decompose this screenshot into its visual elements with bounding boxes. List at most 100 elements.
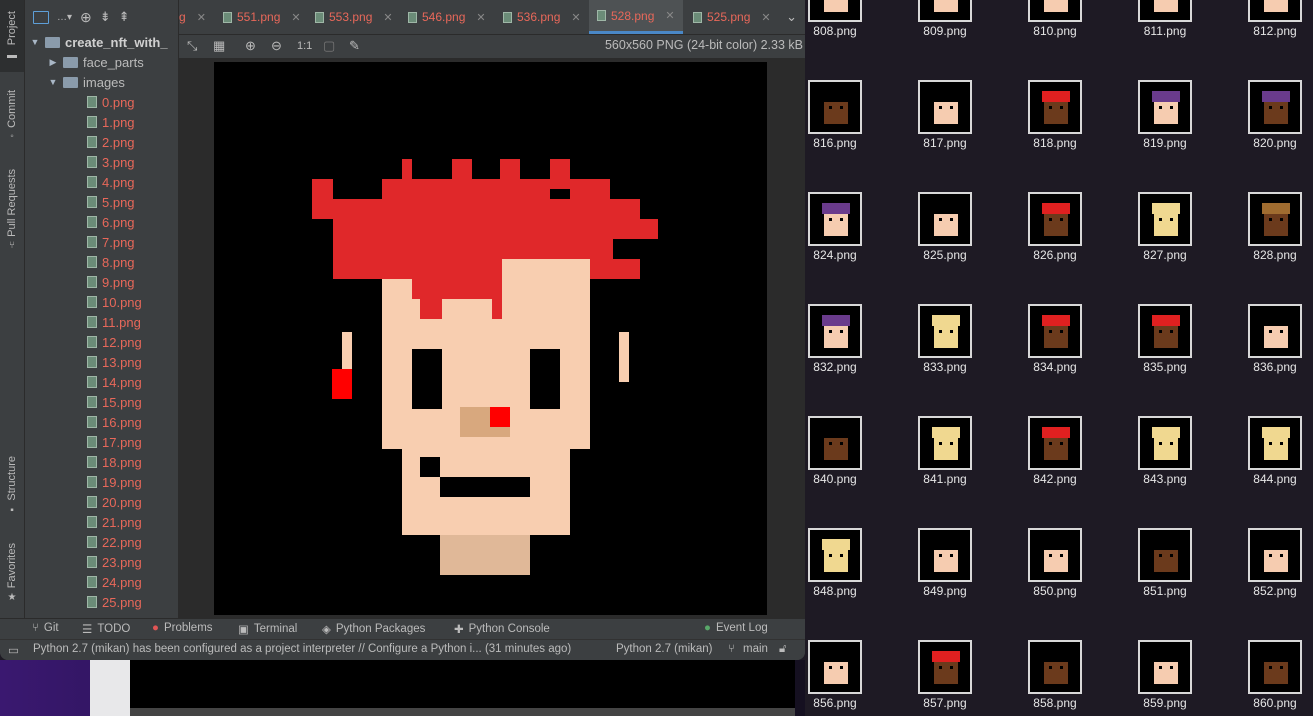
tree-file-item[interactable]: 9.png — [25, 272, 178, 292]
file-name-label[interactable]: 842.png — [1000, 472, 1110, 486]
file-thumbnail[interactable] — [1028, 80, 1082, 134]
collapse-all-icon[interactable]: ⇞ — [119, 9, 130, 25]
file-thumbnail[interactable] — [918, 528, 972, 582]
panel-toggle-icon[interactable]: ▭ — [8, 643, 19, 657]
file-name-label[interactable]: 818.png — [1000, 136, 1110, 150]
file-name-label[interactable]: 812.png — [1220, 24, 1313, 38]
file-thumbnail[interactable] — [918, 80, 972, 134]
editor-tab[interactable]: g ✕ — [179, 0, 211, 34]
file-name-label[interactable]: 849.png — [890, 584, 1000, 598]
file-thumbnail[interactable] — [1138, 528, 1192, 582]
expand-arrow-icon[interactable]: ▼ — [29, 37, 41, 47]
editor-tab[interactable]: 536.png ✕ — [503, 0, 581, 34]
tree-file-item[interactable]: 0.png — [25, 92, 178, 112]
tree-file-item[interactable]: 21.png — [25, 512, 178, 532]
file-thumbnail[interactable] — [808, 80, 862, 134]
tree-file-item[interactable]: 15.png — [25, 392, 178, 412]
close-icon[interactable]: ✕ — [665, 9, 674, 22]
close-icon[interactable]: ✕ — [761, 11, 770, 24]
tree-file-item[interactable]: 1.png — [25, 112, 178, 132]
project-view-icon[interactable] — [33, 10, 49, 24]
tree-folder-face-parts[interactable]: ▶ face_parts — [25, 52, 178, 72]
expand-all-icon[interactable]: ⇟ — [100, 9, 111, 25]
tree-file-item[interactable]: 13.png — [25, 352, 178, 372]
editor-tab[interactable]: 551.png ✕ — [223, 0, 301, 34]
python-packages-tool-button[interactable]: ◈ Python Packages — [322, 622, 425, 636]
file-thumbnail[interactable] — [808, 0, 862, 22]
file-name-label[interactable]: 857.png — [890, 696, 1000, 710]
file-name-label[interactable]: 860.png — [1220, 696, 1313, 710]
file-name-label[interactable]: 809.png — [890, 24, 1000, 38]
file-thumbnail[interactable] — [1248, 80, 1302, 134]
python-console-tool-button[interactable]: ✚ Python Console — [454, 622, 550, 636]
close-icon[interactable]: ✕ — [383, 11, 392, 24]
chevron-down-icon[interactable]: …▾ — [57, 12, 72, 23]
tree-file-item[interactable]: 23.png — [25, 552, 178, 572]
close-icon[interactable]: ✕ — [571, 11, 580, 24]
file-name-label[interactable]: 850.png — [1000, 584, 1110, 598]
editor-tab-active[interactable]: 528.png ✕ — [589, 0, 683, 34]
lock-icon[interactable]: 🔓︎ — [779, 643, 786, 656]
editor-tab[interactable]: 553.png ✕ — [315, 0, 393, 34]
file-thumbnail[interactable] — [918, 192, 972, 246]
editor-tab[interactable]: 525.png ✕ — [693, 0, 771, 34]
file-thumbnail[interactable] — [1138, 640, 1192, 694]
close-icon[interactable]: ✕ — [197, 11, 206, 24]
tree-file-item[interactable]: 7.png — [25, 232, 178, 252]
file-thumbnail[interactable] — [918, 640, 972, 694]
file-name-label[interactable]: 858.png — [1000, 696, 1110, 710]
file-name-label[interactable]: 828.png — [1220, 248, 1313, 262]
file-name-label[interactable]: 835.png — [1110, 360, 1220, 374]
chevron-down-icon[interactable]: ⌄ — [786, 9, 797, 25]
file-thumbnail[interactable] — [1138, 192, 1192, 246]
interpreter-selector[interactable]: Python 2.7 (mikan) — [616, 643, 713, 655]
file-thumbnail[interactable] — [918, 304, 972, 358]
file-thumbnail[interactable] — [1028, 192, 1082, 246]
terminal-tool-button[interactable]: ▣ Terminal — [238, 622, 297, 636]
file-name-label[interactable]: 859.png — [1110, 696, 1220, 710]
locate-icon[interactable]: ⊕ — [80, 9, 92, 26]
file-thumbnail[interactable] — [1028, 0, 1082, 22]
expand-arrow-icon[interactable]: ▼ — [47, 77, 59, 87]
branch-selector[interactable]: main — [743, 643, 768, 655]
tree-root[interactable]: ▼ create_nft_with_ — [25, 32, 178, 52]
file-thumbnail[interactable] — [808, 640, 862, 694]
file-name-label[interactable]: 811.png — [1110, 24, 1220, 38]
file-thumbnail[interactable] — [1138, 80, 1192, 134]
file-thumbnail[interactable] — [1248, 528, 1302, 582]
file-name-label[interactable]: 843.png — [1110, 472, 1220, 486]
tree-file-item[interactable]: 3.png — [25, 152, 178, 172]
file-thumbnail[interactable] — [1138, 416, 1192, 470]
file-name-label[interactable]: 851.png — [1110, 584, 1220, 598]
zoom-out-icon[interactable]: ⊖ — [271, 38, 282, 54]
tree-file-item[interactable]: 17.png — [25, 432, 178, 452]
tool-tab-structure[interactable]: Structure ▪ — [0, 448, 24, 524]
tree-file-item[interactable]: 6.png — [25, 212, 178, 232]
tree-file-item[interactable]: 5.png — [25, 192, 178, 212]
tree-file-item[interactable]: 2.png — [25, 132, 178, 152]
collapse-arrow-icon[interactable]: ▶ — [47, 57, 59, 68]
status-message[interactable]: Python 2.7 (mikan) has been configured a… — [33, 643, 571, 655]
event-log-tool-button[interactable]: ● Event Log — [704, 622, 768, 634]
file-name-label[interactable]: 808.png — [780, 24, 890, 38]
fit-window-icon[interactable]: ⤡ — [187, 38, 197, 54]
file-name-label[interactable]: 819.png — [1110, 136, 1220, 150]
file-name-label[interactable]: 841.png — [890, 472, 1000, 486]
file-thumbnail[interactable] — [918, 0, 972, 22]
close-icon[interactable]: ✕ — [291, 11, 300, 24]
tree-file-item[interactable]: 22.png — [25, 532, 178, 552]
tree-file-item[interactable]: 12.png — [25, 332, 178, 352]
actual-size-button[interactable]: 1:1 — [297, 40, 312, 52]
tree-file-item[interactable]: 19.png — [25, 472, 178, 492]
file-thumbnail[interactable] — [1248, 192, 1302, 246]
file-name-label[interactable]: 856.png — [780, 696, 890, 710]
file-name-label[interactable]: 852.png — [1220, 584, 1313, 598]
file-thumbnail[interactable] — [918, 416, 972, 470]
file-thumbnail[interactable] — [1138, 304, 1192, 358]
file-name-label[interactable]: 836.png — [1220, 360, 1313, 374]
tool-tab-commit[interactable]: Commit ◦ — [0, 84, 24, 148]
file-name-label[interactable]: 832.png — [780, 360, 890, 374]
file-name-label[interactable]: 834.png — [1000, 360, 1110, 374]
color-picker-icon[interactable]: ✎ — [349, 38, 360, 54]
problems-tool-button[interactable]: ● Problems — [152, 622, 213, 634]
